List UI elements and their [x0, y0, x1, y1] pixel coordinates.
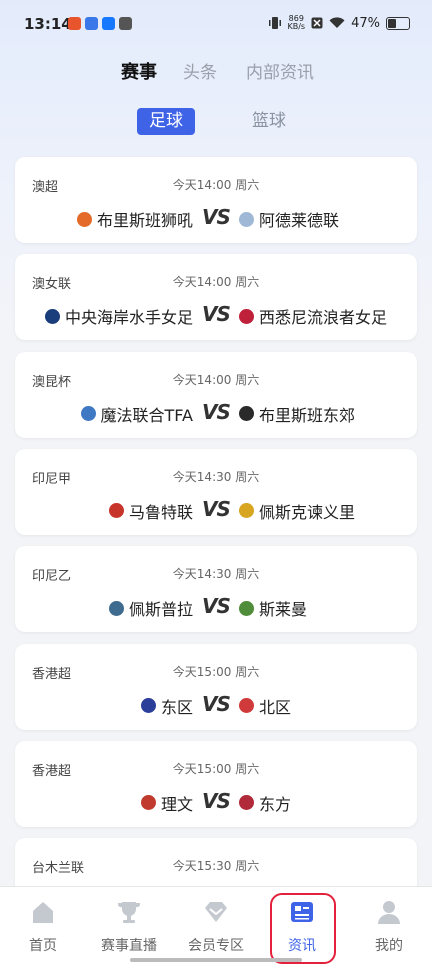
away-team: 东方	[239, 791, 291, 815]
away-team-logo-icon	[239, 308, 254, 324]
away-team-name: 布里斯班东郊	[259, 405, 356, 425]
nav-vip[interactable]: 会员专区	[173, 887, 259, 965]
nav-profile-label: 我的	[375, 938, 403, 954]
sport-tabs: 足球 篮球	[0, 108, 432, 136]
match-card[interactable]: 澳超 今天14:00 周六 布里斯班狮吼 VS 阿德莱德联	[15, 157, 417, 243]
nav-vip-label: 会员专区	[188, 938, 244, 954]
match-teams: 东区 VS 北区	[15, 691, 417, 718]
wifi-icon	[329, 17, 345, 28]
trophy-icon	[118, 902, 140, 923]
highlight-annotation	[270, 893, 336, 964]
match-card[interactable]: 香港超 今天15:00 周六 东区 VS 北区	[15, 643, 417, 730]
top-tabs: 赛事 头条 内部资讯	[0, 58, 432, 86]
match-time: 今天15:00 周六	[172, 761, 260, 776]
net-speed: 869 KB/s	[287, 15, 305, 31]
diamond-icon	[205, 902, 227, 922]
away-team-logo-icon	[239, 795, 254, 811]
battery-percent: 47%	[351, 15, 380, 31]
away-team-name: 北区	[259, 697, 292, 717]
away-team: 斯莱曼	[239, 596, 307, 620]
away-team: 佩斯克谏义里	[239, 499, 355, 523]
nav-profile[interactable]: 我的	[346, 887, 432, 965]
away-team-logo-icon	[239, 406, 254, 422]
status-bar: 13:14 869 KB/s 47%	[0, 0, 432, 50]
nav-home-label: 首页	[29, 938, 57, 954]
vs-label: VS	[202, 205, 231, 229]
status-app-icons	[68, 17, 132, 30]
vs-label: VS	[202, 399, 231, 424]
battery-icon	[386, 16, 410, 30]
away-team-logo-icon	[239, 503, 254, 519]
user-icon	[378, 901, 400, 924]
match-teams: 魔法联合TFA VS 布里斯班东郊	[15, 399, 417, 426]
away-team: 西悉尼流浪者女足	[239, 304, 387, 328]
tab-events[interactable]: 赛事	[121, 58, 157, 84]
vs-label: VS	[202, 594, 231, 619]
tab-basketball[interactable]: 篮球	[240, 108, 298, 135]
away-team-name: 西悉尼流浪者女足	[259, 308, 388, 328]
nav-live[interactable]: 赛事直播	[86, 887, 172, 965]
away-team: 布里斯班东郊	[239, 402, 355, 426]
nav-home[interactable]: 首页	[0, 887, 86, 965]
tab-football[interactable]: 足球	[137, 108, 195, 135]
message-icon	[119, 17, 132, 30]
match-teams: 理文 VS 东方	[15, 788, 417, 815]
tab-headlines[interactable]: 头条	[183, 58, 217, 83]
match-teams: 佩斯普拉 VS 斯莱曼	[15, 594, 417, 620]
vs-label: VS	[202, 788, 231, 813]
away-team-logo-icon	[239, 211, 254, 227]
match-time: 今天14:30 周六	[172, 469, 260, 484]
away-team-logo-icon	[239, 698, 254, 713]
away-team-name: 东方	[259, 794, 292, 814]
vs-label: VS	[202, 691, 231, 716]
match-card[interactable]: 澳女联 今天14:00 周六 中央海岸水手女足 VS 西悉尼流浪者女足	[15, 254, 417, 341]
app-notification-icon	[68, 17, 81, 30]
tab-insider-news[interactable]: 内部资讯	[246, 58, 314, 83]
match-card[interactable]: 印尼乙 今天14:30 周六 佩斯普拉 VS 斯莱曼	[15, 546, 417, 633]
match-teams: 中央海岸水手女足 VS 西悉尼流浪者女足	[15, 302, 417, 328]
app-notification-icon	[102, 17, 115, 30]
match-time: 今天15:00 周六	[172, 664, 260, 679]
match-time: 今天14:00 周六	[172, 275, 260, 290]
match-time: 今天14:30 周六	[172, 567, 260, 582]
away-team-name: 佩斯克谏义里	[259, 502, 356, 522]
status-indicators: 869 KB/s 47%	[269, 15, 410, 31]
away-team-name: 阿德莱德联	[259, 211, 340, 230]
sim-off-icon	[311, 17, 323, 29]
battery-level	[388, 18, 397, 28]
vibrate-icon	[269, 17, 282, 29]
away-team-name: 斯莱曼	[259, 600, 308, 620]
match-card[interactable]: 澳昆杯 今天14:00 周六 魔法联合TFA VS 布里斯班东郊	[15, 351, 417, 438]
match-teams: 马鲁特联 VS 佩斯克谏义里	[15, 496, 417, 523]
away-team: 北区	[239, 694, 291, 718]
status-time: 13:14	[24, 15, 72, 33]
net-speed-unit: KB/s	[287, 22, 306, 31]
match-time: 今天15:30 周六	[172, 859, 260, 874]
app-notification-icon	[85, 17, 98, 30]
match-teams: 布里斯班狮吼 VS 阿德莱德联	[15, 205, 417, 231]
match-time: 今天14:00 周六	[172, 178, 260, 192]
home-indicator	[130, 958, 302, 962]
away-team-logo-icon	[239, 600, 254, 616]
match-card[interactable]: 香港超 今天15:00 周六 理文 VS 东方	[15, 740, 417, 827]
match-time: 今天14:00 周六	[172, 372, 260, 387]
match-card[interactable]: 印尼甲 今天14:30 周六 马鲁特联 VS 佩斯克谏义里	[15, 448, 417, 535]
away-team: 阿德莱德联	[239, 207, 339, 231]
nav-live-label: 赛事直播	[101, 938, 157, 954]
bottom-nav: 首页 赛事直播 会员专区 资讯 我的	[0, 886, 432, 965]
vs-label: VS	[202, 496, 231, 521]
home-icon	[33, 902, 53, 923]
